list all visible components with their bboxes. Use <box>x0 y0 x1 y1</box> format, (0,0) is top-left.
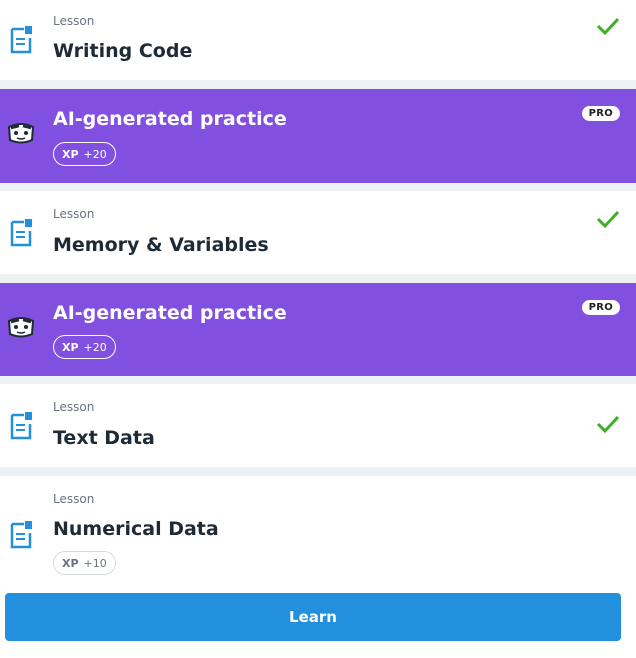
xp-value: +10 <box>83 556 107 570</box>
lesson-title: Memory & Variables <box>53 234 269 256</box>
robot-face-icon <box>7 317 35 338</box>
document-icon <box>10 219 32 247</box>
xp-pill: XP +20 <box>53 142 116 166</box>
lesson-card-text-data[interactable]: Lesson Text Data <box>0 384 636 467</box>
xp-label: XP <box>62 147 79 161</box>
practice-title: AI-generated practice <box>53 302 287 324</box>
pro-badge: PRO <box>581 300 620 315</box>
lesson-title: Text Data <box>53 427 155 449</box>
lesson-eyebrow: Lesson <box>53 207 95 221</box>
document-icon <box>10 521 32 549</box>
check-icon <box>596 17 620 36</box>
check-icon <box>596 415 620 434</box>
lesson-title: Writing Code <box>53 40 193 62</box>
lesson-card-writing-code[interactable]: Lesson Writing Code <box>0 0 636 80</box>
lesson-card-memory-variables[interactable]: Lesson Memory & Variables <box>0 191 636 274</box>
learn-button[interactable]: Learn <box>5 593 621 641</box>
xp-pill: XP +10 <box>53 551 116 575</box>
practice-card-2[interactable]: AI-generated practice PRO XP +20 <box>0 283 636 376</box>
lesson-eyebrow: Lesson <box>53 492 95 506</box>
pro-badge: PRO <box>581 106 620 121</box>
xp-value: +20 <box>83 340 107 354</box>
document-icon <box>10 26 32 54</box>
xp-label: XP <box>62 340 79 354</box>
xp-pill: XP +20 <box>53 335 116 359</box>
document-icon <box>10 412 32 440</box>
lesson-title: Numerical Data <box>53 518 219 540</box>
lesson-eyebrow: Lesson <box>53 400 95 414</box>
xp-value: +20 <box>83 147 107 161</box>
lesson-eyebrow: Lesson <box>53 14 95 28</box>
check-icon <box>596 210 620 229</box>
robot-face-icon <box>7 123 35 144</box>
xp-label: XP <box>62 556 79 570</box>
practice-card-1[interactable]: AI-generated practice PRO XP +20 <box>0 89 636 183</box>
practice-title: AI-generated practice <box>53 108 287 130</box>
